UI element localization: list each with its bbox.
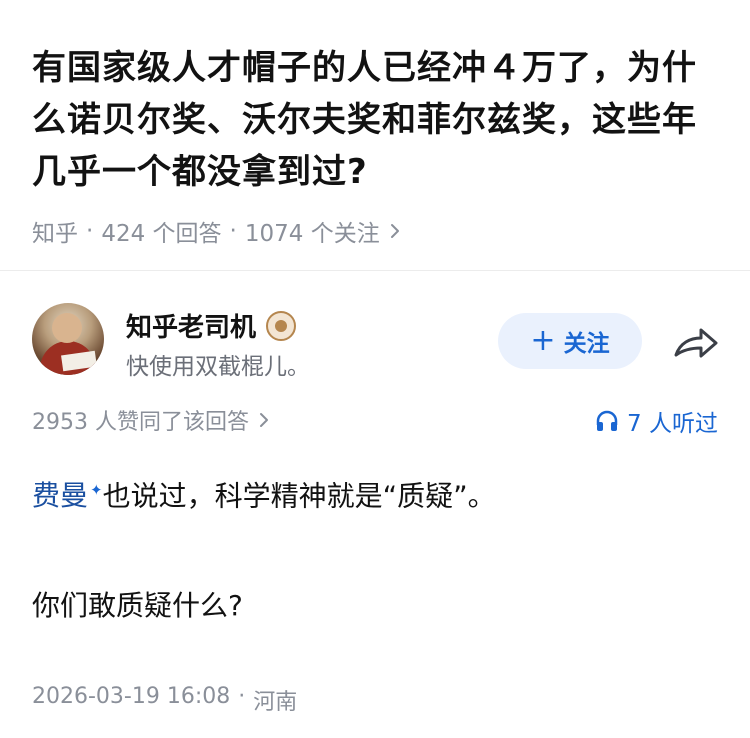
author-row: 知乎老司机 快使用双截棍儿。 + 关注 (32, 303, 722, 380)
chevron-right-icon (259, 412, 269, 428)
sparkle-icon: ✦ (90, 481, 103, 499)
answer-content: 费曼 ✦也说过，科学精神就是“质疑”。 你们敢质疑什么? (32, 466, 722, 630)
separator-dot: · (229, 218, 237, 244)
plus-icon: + (530, 323, 556, 358)
stats-row: 2953 人赞同了该回答 7 人听过 (32, 404, 718, 438)
answer-count: 424 个回答 (101, 221, 222, 247)
question-meta[interactable]: 知乎 · 424 个回答 · 1074 个关注 (32, 214, 722, 248)
feynman-link[interactable]: 费曼 ✦ (32, 479, 103, 512)
share-icon[interactable] (672, 323, 720, 363)
answer-paragraph: 费曼 ✦也说过，科学精神就是“质疑”。 (32, 466, 722, 520)
author-name: 知乎老司机 (126, 313, 257, 343)
question-header: 有国家级人才帽子的人已经冲４万了，为什么诺贝尔奖、沃尔夫奖和菲尔兹奖，这些年几乎… (32, 42, 722, 248)
avatar-head (52, 313, 82, 343)
chevron-right-icon (390, 223, 400, 239)
follow-button[interactable]: + 关注 (498, 313, 642, 369)
likes-count: 2953 人赞同了该回答 (32, 410, 249, 435)
likes-link[interactable]: 2953 人赞同了该回答 (32, 404, 269, 436)
badge-icon (266, 310, 297, 341)
listeners-count: 7 人听过 (627, 411, 718, 437)
answer-location: 河南 (253, 690, 298, 715)
divider (0, 270, 750, 271)
listeners-link[interactable]: 7 人听过 (595, 404, 718, 438)
author-description: 快使用双截棍儿。 (126, 354, 310, 380)
feynman-link-text: 费曼 (32, 479, 89, 513)
answer-paragraph: 你们敢质疑什么? (32, 589, 243, 623)
answer-date: 2026-03-19 16:08 (32, 684, 231, 709)
follow-label: 关注 (563, 331, 610, 357)
source-label: 知乎 (32, 221, 78, 247)
question-title[interactable]: 有国家级人才帽子的人已经冲４万了，为什么诺贝尔奖、沃尔夫奖和菲尔兹奖，这些年几乎… (32, 42, 722, 198)
author-name-row[interactable]: 知乎老司机 (126, 307, 297, 344)
avatar[interactable] (32, 303, 104, 375)
answer-line1: 也说过，科学精神就是“质疑”。 (102, 479, 496, 513)
answer-footer: 2026-03-19 16:08 · 河南 (32, 684, 297, 716)
separator-dot: · (238, 684, 246, 709)
headphones-icon (596, 410, 618, 431)
follower-count: 1074 个关注 (244, 221, 380, 247)
separator-dot: · (86, 218, 94, 244)
